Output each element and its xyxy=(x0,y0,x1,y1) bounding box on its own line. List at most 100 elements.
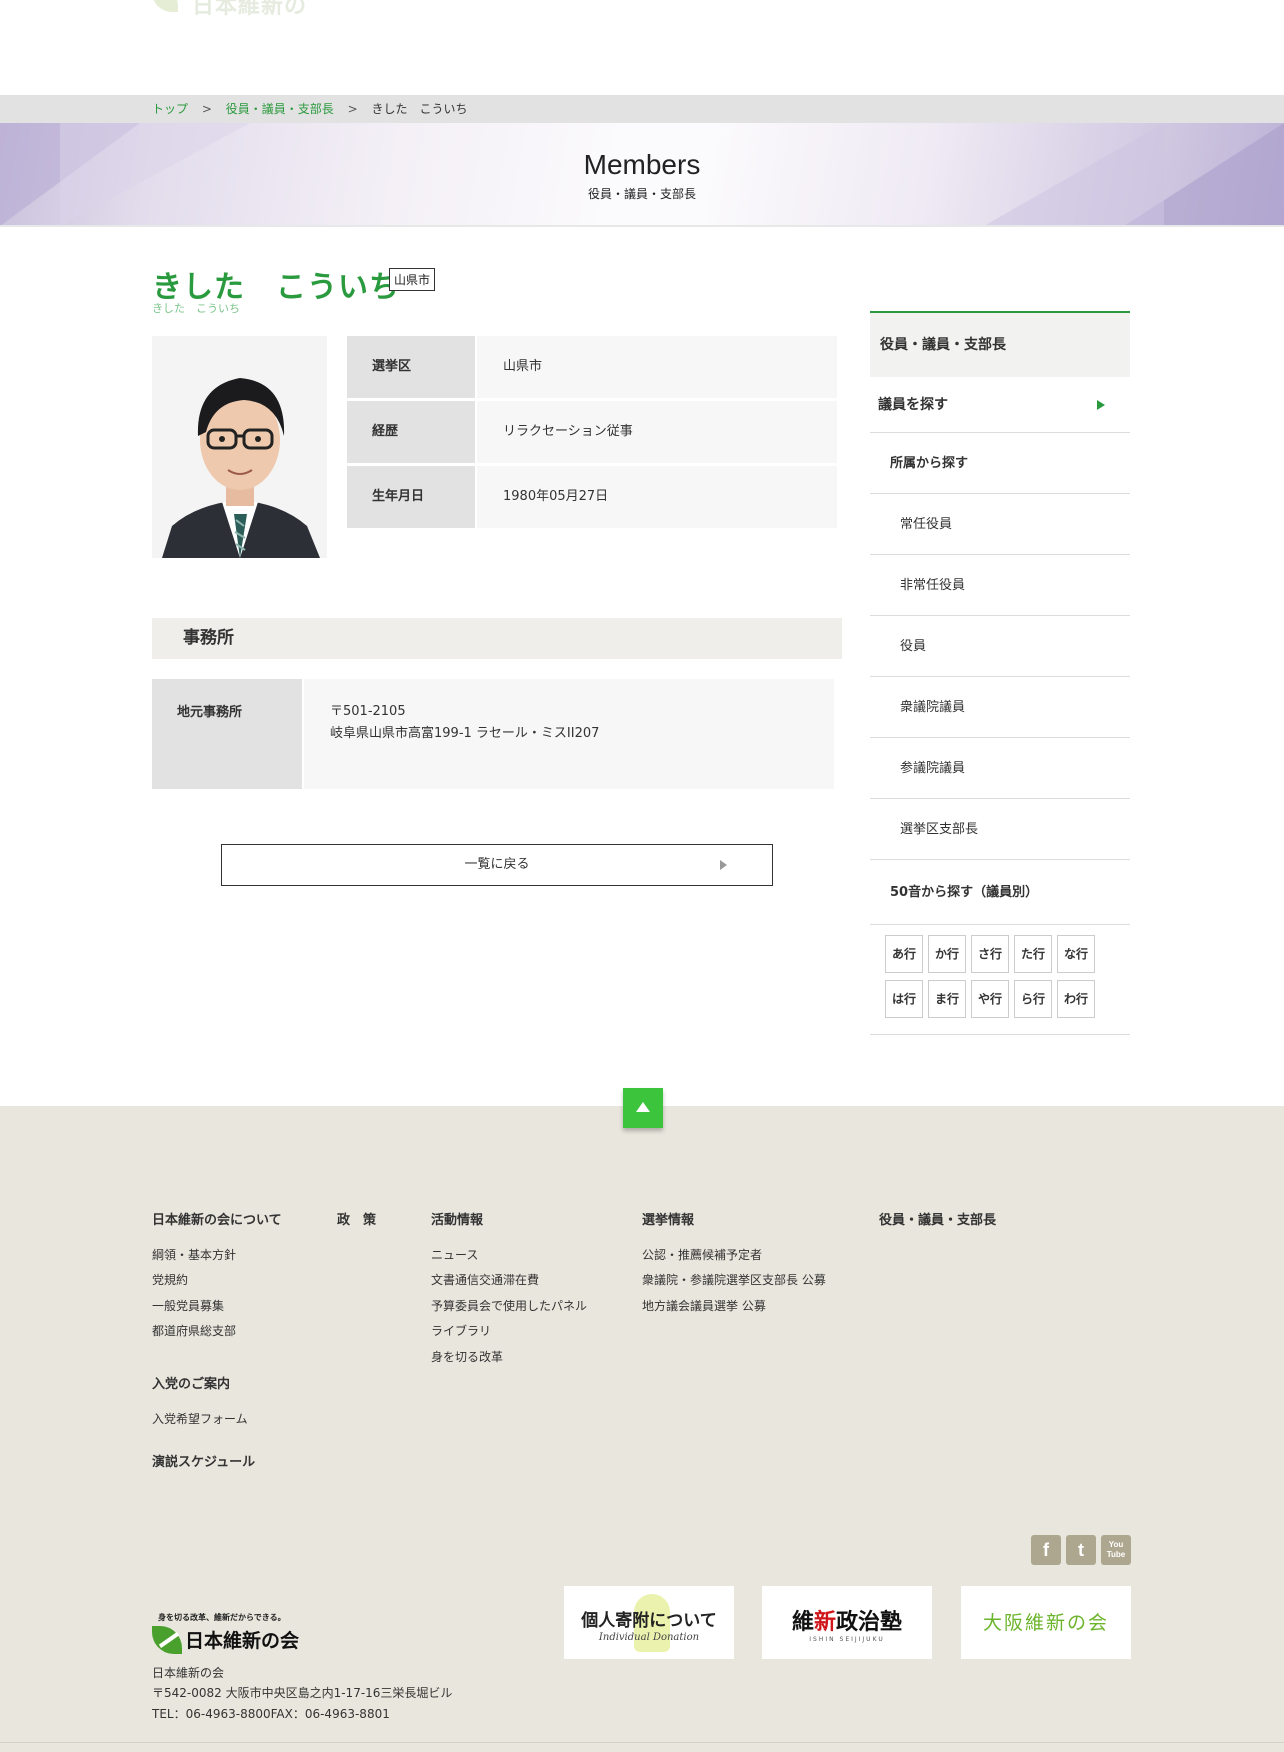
juku-title-part: 政治塾 xyxy=(836,1610,903,1635)
ishin-seijijuku-banner[interactable]: 維新政治塾 ISHIN SEIJIJUKU xyxy=(762,1586,932,1659)
footer-heading-speech-schedule[interactable]: 演説スケジュール xyxy=(152,1451,255,1470)
juku-title-part: 維 xyxy=(791,1610,814,1635)
footer-link[interactable]: 衆議院・参議院選挙区支部長 公募 xyxy=(642,1271,826,1288)
page-top-button[interactable] xyxy=(623,1088,663,1128)
info-label: 選挙区 xyxy=(347,336,475,398)
footer-link[interactable]: 綱領・基本方針 xyxy=(152,1246,236,1263)
office-label: 地元事務所 xyxy=(152,679,302,789)
logo-text: 日本維新の会 xyxy=(192,0,308,16)
arrow-up-icon xyxy=(636,1102,650,1112)
footer-heading-activity[interactable]: 活動情報 xyxy=(431,1209,483,1228)
juku-title-part: 新 xyxy=(813,1610,836,1635)
osaka-ishin-banner[interactable]: 大阪維新の会 xyxy=(961,1586,1131,1659)
footer-link[interactable]: 一般党員募集 xyxy=(152,1297,224,1314)
info-row-career: 経歴 リラクセーション従事 xyxy=(347,401,837,463)
logo-leaf-icon xyxy=(152,1626,182,1654)
info-value: 山県市 xyxy=(477,336,837,398)
footer-link[interactable]: 公認・推薦候補予定者 xyxy=(642,1246,762,1263)
info-value: リラクセーション従事 xyxy=(477,401,837,463)
hero-divider xyxy=(0,225,1284,227)
back-to-list-button[interactable]: 一覧に戻る xyxy=(221,844,773,886)
footer-logo-tagline: 身を切る改革、維新だからできる。 xyxy=(158,1613,286,1622)
breadcrumb-link-members[interactable]: 役員・議員・支部長 xyxy=(226,102,334,116)
footer-link[interactable]: 身を切る改革 xyxy=(431,1348,503,1365)
osaka-ishin-title: 大阪維新の会 xyxy=(982,1612,1109,1634)
footer-link[interactable]: 都道府県総支部 xyxy=(152,1322,236,1339)
info-label: 経歴 xyxy=(347,401,475,463)
footer-link[interactable]: ライブラリ xyxy=(431,1322,491,1339)
kana-button-sa[interactable]: さ行 xyxy=(971,935,1009,973)
kana-button-ya[interactable]: や行 xyxy=(971,980,1009,1018)
footer-link[interactable]: 予算委員会で使用したパネル xyxy=(431,1297,587,1314)
info-row-birthdate: 生年月日 1980年05月27日 xyxy=(347,466,837,528)
footer-link[interactable]: ニュース xyxy=(431,1246,478,1263)
footer-address: 〒542-0082 大阪市中央区島之内1-17-16三栄長堀ビル xyxy=(152,1686,453,1700)
site-logo[interactable]: 日本維新の会 xyxy=(152,0,328,16)
office-address: 〒501-2105 岐阜県山県市高富199-1 ラセール・ミスII207 xyxy=(304,679,834,789)
kana-button-ma[interactable]: ま行 xyxy=(928,980,966,1018)
breadcrumb-link-top[interactable]: トップ xyxy=(152,102,188,116)
footer-heading-about[interactable]: 日本維新の会について xyxy=(152,1209,282,1228)
logo-leaf-icon xyxy=(152,0,178,12)
site-header: 日本維新の会 xyxy=(0,0,1284,95)
footer-link[interactable]: 地方議会議員選挙 公募 xyxy=(642,1297,766,1314)
footer-heading-members[interactable]: 役員・議員・支部長 xyxy=(879,1209,996,1228)
footer-heading-policy[interactable]: 政 策 xyxy=(337,1209,376,1228)
portrait-photo-icon xyxy=(152,336,327,558)
kana-button-ha[interactable]: は行 xyxy=(885,980,923,1018)
breadcrumb: トップ > 役員・議員・支部長 > きした こういち xyxy=(0,95,1284,123)
sidebar-by-kana: 50音から探す（議員別） xyxy=(870,860,1130,925)
hero-title: Members xyxy=(583,149,701,180)
office-heading: 事務所 xyxy=(152,618,842,659)
portrait-photo xyxy=(152,336,327,558)
office-street: 岐阜県山県市高富199-1 ラセール・ミスII207 xyxy=(330,726,600,741)
twitter-icon[interactable]: t xyxy=(1066,1535,1096,1565)
donation-banner-subtitle: Individual Donation xyxy=(598,1632,700,1643)
breadcrumb-separator: > xyxy=(347,102,358,116)
footer-contact: TEL：06-4963-8800FAX：06-4963-8801 xyxy=(152,1707,390,1721)
footer-link[interactable]: 文書通信交通滞在費 xyxy=(431,1271,539,1288)
office-postal: 〒501-2105 xyxy=(330,704,406,719)
hero-subtitle: 役員・議員・支部長 xyxy=(587,187,696,201)
kana-button-wa[interactable]: わ行 xyxy=(1057,980,1095,1018)
kana-grid: あ行 か行 さ行 た行 な行 は行 ま行 や行 ら行 わ行 xyxy=(870,925,1130,1035)
sidebar-find-members-label: 議員を探す xyxy=(878,397,948,413)
sidebar-find-members[interactable]: 議員を探す xyxy=(870,377,1130,433)
footer-org-name: 日本維新の会 xyxy=(152,1666,225,1680)
footer-heading-election[interactable]: 選挙情報 xyxy=(642,1209,694,1228)
footer-heading-join[interactable]: 入党のご案内 xyxy=(152,1373,230,1392)
info-row-district: 選挙区 山県市 xyxy=(347,336,837,398)
info-label: 生年月日 xyxy=(347,466,475,528)
donation-banner-title: 個人寄附について xyxy=(581,1611,717,1631)
member-kana: きした こういち xyxy=(152,302,240,315)
footer-logo-name: 日本維新の会 xyxy=(185,1630,300,1652)
kana-button-ka[interactable]: か行 xyxy=(928,935,966,973)
youtube-icon[interactable]: You Tube xyxy=(1101,1535,1131,1565)
info-value: 1980年05月27日 xyxy=(477,466,837,528)
footer-link[interactable]: 党規約 xyxy=(152,1271,188,1288)
sidebar-item-non-standing-officers[interactable]: 非常任役員 xyxy=(870,555,1130,616)
sidebar-item-district-branch-heads[interactable]: 選挙区支部長 xyxy=(870,799,1130,860)
kana-button-ra[interactable]: ら行 xyxy=(1014,980,1052,1018)
kana-button-na[interactable]: な行 xyxy=(1057,935,1095,973)
area-tag: 山県市 xyxy=(389,268,436,291)
ishin-seijijuku-subtitle: ISHIN SEIJIJUKU xyxy=(809,1636,885,1643)
sidebar-item-house-of-councillors[interactable]: 参議院議員 xyxy=(870,738,1130,799)
sidebar-item-standing-officers[interactable]: 常任役員 xyxy=(870,494,1130,555)
donation-banner[interactable]: 個人寄附について Individual Donation xyxy=(564,1586,734,1659)
arrow-right-icon xyxy=(720,860,727,870)
kana-button-ta[interactable]: た行 xyxy=(1014,935,1052,973)
sidebar-item-officers[interactable]: 役員 xyxy=(870,616,1130,677)
sidebar-heading[interactable]: 役員・議員・支部長 xyxy=(870,311,1130,377)
footer-logo[interactable]: 身を切る改革、維新だからできる。 日本維新の会 xyxy=(152,1612,299,1657)
breadcrumb-current: きした こういち xyxy=(371,102,468,116)
sidebar-by-affiliation: 所属から探す xyxy=(870,433,1130,494)
breadcrumb-separator: > xyxy=(201,102,212,116)
footer-link[interactable]: 入党希望フォーム xyxy=(152,1410,248,1427)
footer-divider xyxy=(0,1742,1284,1743)
triangle-right-icon xyxy=(1097,400,1105,410)
facebook-icon[interactable]: f xyxy=(1031,1535,1061,1565)
sidebar-item-house-of-representatives[interactable]: 衆議院議員 xyxy=(870,677,1130,738)
kana-button-a[interactable]: あ行 xyxy=(885,935,923,973)
ishin-seijijuku-title: 維新政治塾 xyxy=(762,1604,932,1636)
